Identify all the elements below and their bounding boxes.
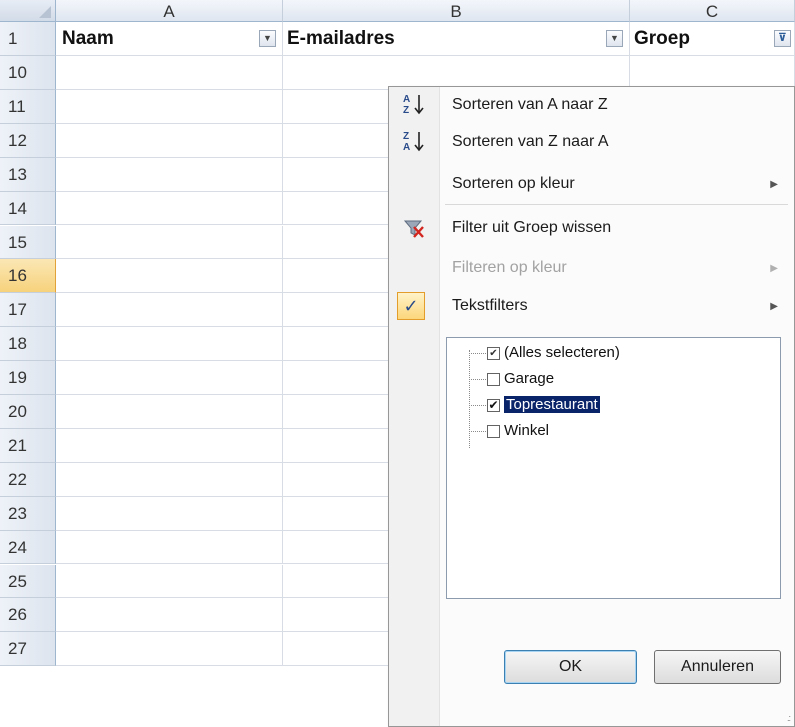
cell-a18[interactable] (56, 327, 283, 362)
filter-item-label: Garage (504, 370, 555, 387)
menu-item-sort-za[interactable]: Sorteren van Z naar A (452, 133, 609, 151)
cell-b1[interactable]: E-mailadres ▼ (283, 22, 630, 56)
cell-a27[interactable] (56, 632, 283, 667)
header-cell-groep: Groep (634, 28, 690, 49)
select-all-corner[interactable] (0, 0, 56, 22)
column-header-b[interactable]: B (283, 0, 630, 22)
spreadsheet: A B C 1 Naam ▼ E-mailadres ▼ Groep ⊽ 10 1… (0, 0, 795, 727)
tree-line (469, 353, 486, 354)
row-header-23[interactable]: 23 (0, 496, 56, 531)
submenu-arrow-icon: ▶ (770, 179, 778, 190)
cell-a17[interactable] (56, 293, 283, 328)
clear-filter-icon (401, 215, 427, 241)
filter-active-icon[interactable]: ⊽ (774, 30, 791, 47)
menu-item-text-filters[interactable]: Tekstfilters (452, 297, 528, 315)
svg-text:Z: Z (403, 105, 409, 116)
menu-item-filter-by-color: Filteren op kleur (452, 259, 567, 276)
row-header-13[interactable]: 13 (0, 157, 56, 192)
row-header-26[interactable]: 26 (0, 598, 56, 633)
tree-line (469, 379, 486, 380)
dropdown-arrow-icon[interactable]: ▼ (259, 30, 276, 47)
cell-a19[interactable] (56, 361, 283, 395)
sort-ascending-icon: AZ (401, 91, 427, 117)
filter-value-list[interactable]: ✔ (Alles selecteren) Garage ✔ Toprestaurant W… (446, 337, 781, 599)
tree-line (469, 405, 486, 406)
row-header-15[interactable]: 15 (0, 225, 56, 260)
row-header-16[interactable]: 16 (0, 259, 56, 294)
submenu-arrow-icon: ▶ (770, 263, 778, 274)
cell-a1[interactable]: Naam ▼ (56, 22, 283, 56)
sort-descending-icon: ZA (401, 128, 427, 154)
filter-list-item[interactable]: Winkel (504, 420, 549, 442)
menu-icon-gutter (389, 87, 440, 726)
cell-a20[interactable] (56, 395, 283, 429)
row-header-27[interactable]: 27 (0, 632, 56, 667)
row-header-18[interactable]: 18 (0, 327, 56, 362)
filter-list-item[interactable]: (Alles selecteren) (504, 342, 620, 364)
filter-list-item[interactable]: Toprestaurant (503, 394, 601, 416)
row-header-21[interactable]: 21 (0, 428, 56, 463)
svg-text:A: A (403, 94, 410, 105)
cell-a15[interactable] (56, 225, 283, 260)
checkbox[interactable]: ✔ (487, 347, 500, 360)
cell-a11[interactable] (56, 89, 283, 124)
cell-c10[interactable] (630, 56, 795, 90)
cell-a22[interactable] (56, 462, 283, 497)
row-header-24[interactable]: 24 (0, 530, 56, 565)
tree-line (469, 350, 470, 448)
resize-grip-icon[interactable]: .: (787, 713, 791, 723)
cell-a21[interactable] (56, 428, 283, 463)
row-header-19[interactable]: 19 (0, 361, 56, 395)
header-cell-naam: Naam (62, 28, 114, 49)
cell-a25[interactable] (56, 564, 283, 599)
cell-a26[interactable] (56, 598, 283, 633)
dropdown-arrow-icon[interactable]: ▼ (606, 30, 623, 47)
tree-line (469, 431, 486, 432)
cell-c1[interactable]: Groep ⊽ (630, 22, 795, 56)
cancel-button[interactable]: Annuleren (654, 650, 781, 684)
cell-a24[interactable] (56, 530, 283, 565)
column-header-a[interactable]: A (56, 0, 283, 22)
cell-a14[interactable] (56, 191, 283, 226)
menu-item-sort-by-color[interactable]: Sorteren op kleur (452, 175, 575, 193)
cell-a10[interactable] (56, 56, 283, 90)
checkbox[interactable] (487, 373, 500, 386)
row-header-10[interactable]: 10 (0, 56, 56, 90)
filter-item-label: Winkel (504, 422, 550, 439)
svg-text:A: A (403, 142, 410, 153)
row-header-17[interactable]: 17 (0, 293, 56, 328)
submenu-arrow-icon: ▶ (770, 301, 778, 312)
checkmark-icon: ✓ (397, 292, 425, 320)
row-header-25[interactable]: 25 (0, 564, 56, 599)
filter-list-item[interactable]: Garage (504, 368, 554, 390)
cell-a23[interactable] (56, 496, 283, 531)
filter-item-label: Toprestaurant (503, 395, 601, 414)
cell-a16[interactable] (56, 259, 283, 294)
cell-a13[interactable] (56, 157, 283, 192)
menu-separator (445, 204, 788, 205)
menu-item-clear-filter[interactable]: Filter uit Groep wissen (452, 219, 611, 237)
row-header-14[interactable]: 14 (0, 191, 56, 226)
column-header-c[interactable]: C (630, 0, 795, 22)
row-header-20[interactable]: 20 (0, 395, 56, 429)
menu-item-sort-az[interactable]: Sorteren van A naar Z (452, 96, 608, 114)
checkbox[interactable]: ✔ (487, 399, 500, 412)
cell-a12[interactable] (56, 123, 283, 158)
header-cell-emailadres: E-mailadres (287, 28, 395, 49)
ok-button[interactable]: OK (504, 650, 637, 684)
row-header-12[interactable]: 12 (0, 123, 56, 158)
svg-text:Z: Z (403, 131, 409, 142)
checkbox[interactable] (487, 425, 500, 438)
filter-item-label: (Alles selecteren) (504, 344, 620, 361)
autofilter-menu: AZ Sorteren van A naar Z ZA Sorteren van… (388, 86, 795, 727)
row-header-22[interactable]: 22 (0, 462, 56, 497)
cell-b10[interactable] (283, 56, 630, 90)
row-header-1[interactable]: 1 (0, 22, 56, 56)
row-header-11[interactable]: 11 (0, 89, 56, 124)
